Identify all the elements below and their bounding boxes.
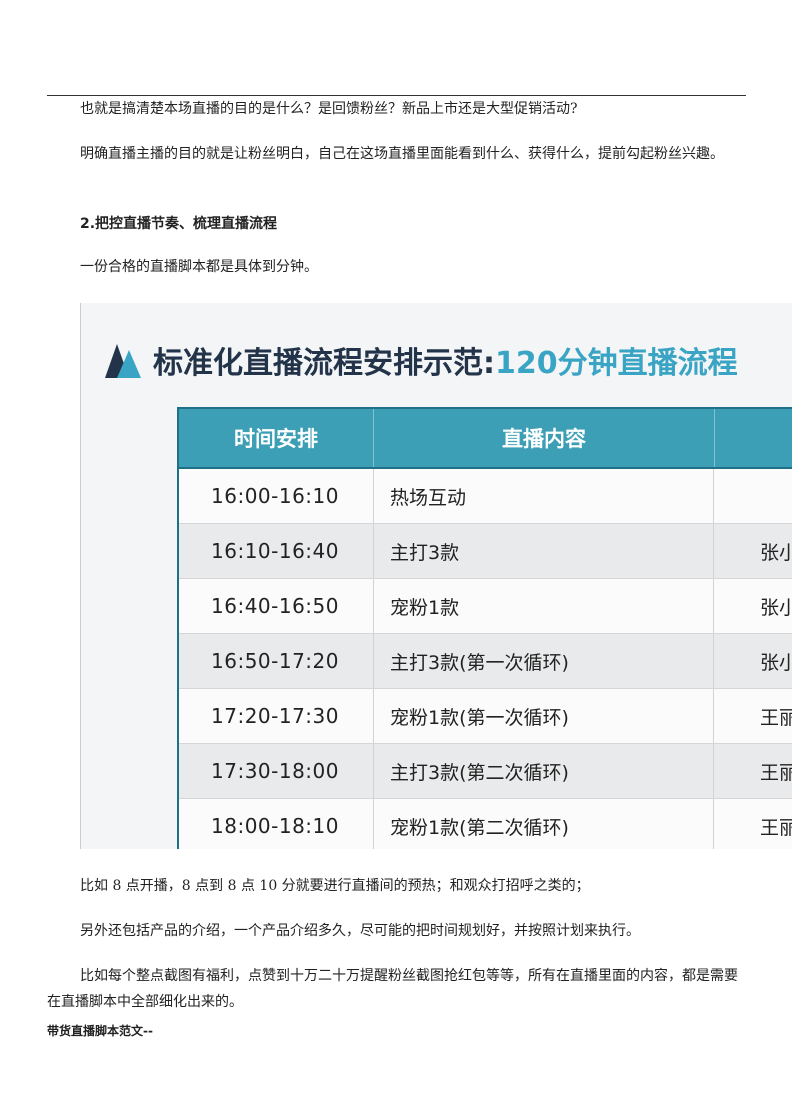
cell-time: 16:50-17:20 (211, 649, 339, 673)
paragraph-example-start: 比如 8 点开播，8 点到 8 点 10 分就要进行直播间的预热；和观众打招呼之… (80, 878, 590, 894)
paragraph-purpose-explanation: 明确直播主播的目的就是让粉丝明白，自己在这场直播里面能看到什么、获得什么，提前勾… (80, 146, 724, 162)
cell-time: 16:40-16:50 (211, 594, 339, 618)
table-row: 16:50-17:20 主打3款(第一次循环) 张小 (179, 634, 792, 689)
cell-time: 16:10-16:40 (211, 539, 339, 563)
figure-title: 标准化直播流程安排示范: (153, 346, 495, 381)
cell-host: 张小 (713, 579, 792, 633)
paragraph-purpose-question: 也就是搞清楚本场直播的目的是什么？是回馈粉丝？新品上市还是大型促销活动? (80, 101, 578, 117)
cell-content: 主打3款 (373, 524, 713, 578)
table-row: 16:00-16:10 热场互动 (179, 469, 792, 524)
table-row: 17:30-18:00 主打3款(第二次循环) 王丽 (179, 744, 792, 799)
table-row: 18:00-18:10 宠粉1款(第二次循环) 王丽 (179, 799, 792, 849)
header-time: 时间安排 (234, 427, 318, 451)
schedule-figure: 标准化直播流程安排示范: 120分钟直播流程 时间安排 直播内容 16:00-1… (80, 303, 792, 849)
cell-content: 宠粉1款(第二次循环) (373, 799, 713, 849)
schedule-table: 时间安排 直播内容 16:00-16:10 热场互动 16:10-16:40 主… (177, 407, 792, 849)
triangle-logo-icon (105, 344, 141, 378)
table-header: 时间安排 直播内容 (179, 409, 792, 469)
cell-content: 主打3款(第二次循环) (373, 744, 713, 798)
cell-host: 张小 (713, 524, 792, 578)
cell-content: 宠粉1款 (373, 579, 713, 633)
paragraph-script-minutes: 一份合格的直播脚本都是具体到分钟。 (80, 259, 318, 275)
cell-host: 王丽 (713, 799, 792, 849)
figure-title-accent: 120分钟直播流程 (495, 346, 738, 381)
cell-content: 热场互动 (373, 469, 713, 523)
paragraph-product-intro: 另外还包括产品的介绍，一个产品介绍多久，尽可能的把时间规划好，并按照计划来执行。 (80, 923, 640, 939)
table-row: 16:10-16:40 主打3款 张小 (179, 524, 792, 579)
cell-time: 18:00-18:10 (211, 814, 339, 838)
cell-host: 王丽 (713, 744, 792, 798)
cell-time: 16:00-16:10 (211, 484, 339, 508)
cell-content: 主打3款(第一次循环) (373, 634, 713, 688)
header-host (714, 409, 792, 467)
table-row: 16:40-16:50 宠粉1款 张小 (179, 579, 792, 634)
cell-host: 王丽 (713, 689, 792, 743)
header-content: 直播内容 (373, 409, 714, 467)
paragraph-benefits: 比如每个整点截图有福利，点赞到十万二十万提醒粉丝截图抢红包等等，所有在直播里面的… (47, 968, 738, 1010)
cell-host: 张小 (713, 634, 792, 688)
cell-time: 17:20-17:30 (211, 704, 339, 728)
table-row: 17:20-17:30 宠粉1款(第一次循环) 王丽 (179, 689, 792, 744)
section-heading: 2.把控直播节奏、梳理直播流程 (80, 216, 278, 232)
footer-title: 带货直播脚本范文-- (47, 1024, 153, 1038)
cell-time: 17:30-18:00 (211, 759, 339, 783)
cell-content: 宠粉1款(第一次循环) (373, 689, 713, 743)
cell-host (713, 469, 792, 523)
figure-title-row: 标准化直播流程安排示范: 120分钟直播流程 (103, 338, 738, 382)
